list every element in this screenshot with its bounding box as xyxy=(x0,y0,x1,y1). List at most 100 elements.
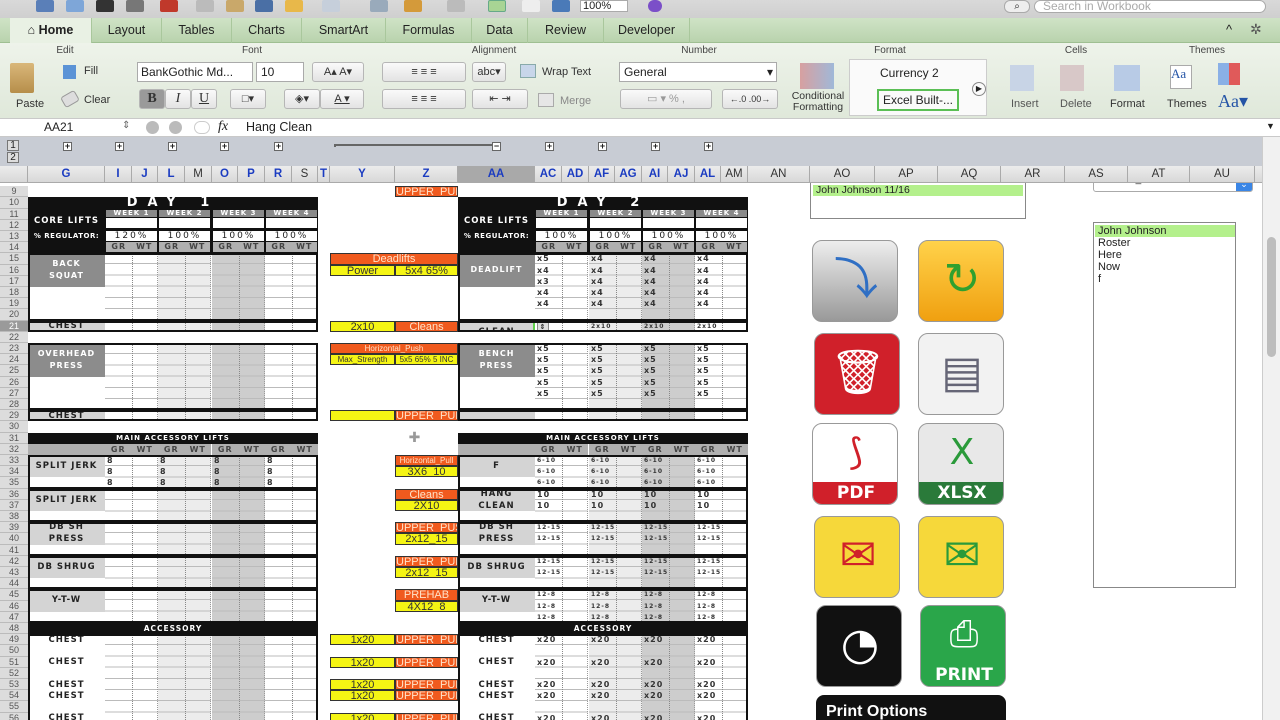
filter-icon[interactable] xyxy=(447,0,465,12)
row-header-55[interactable]: 55 xyxy=(0,701,28,713)
column-header-m[interactable]: M xyxy=(185,166,212,183)
row-header-54[interactable]: 54 xyxy=(0,690,28,702)
tab-home[interactable]: ⌂ Home xyxy=(10,18,92,43)
regulator-input[interactable]: 100% xyxy=(536,231,587,242)
name-box-stepper-icon[interactable]: ⇕ xyxy=(122,120,130,131)
week-blank-cell[interactable] xyxy=(536,217,587,228)
tab-review[interactable]: Review xyxy=(528,18,604,43)
outline-level-1[interactable]: 1 xyxy=(7,140,19,151)
row-header-29[interactable]: 29 xyxy=(0,410,28,422)
format-button[interactable]: Format xyxy=(1110,98,1145,110)
column-header-au[interactable]: AU xyxy=(1190,166,1255,183)
tag-orange[interactable]: UPPER_PULL xyxy=(395,679,458,691)
row-header-39[interactable]: 39 xyxy=(0,522,28,534)
row-header-34[interactable]: 34 xyxy=(0,466,28,478)
save-icon[interactable]: ⤵ xyxy=(812,240,898,322)
row-header-23[interactable]: 23 xyxy=(0,343,28,355)
enter-icon[interactable] xyxy=(169,121,182,134)
font-color-button[interactable]: A ▾ xyxy=(320,89,364,109)
tag-yellow[interactable]: 2x12_15 xyxy=(395,533,458,545)
row-header-41[interactable]: 41 xyxy=(0,544,28,556)
format-painter-icon[interactable] xyxy=(255,0,273,12)
roster-item[interactable]: Here xyxy=(1095,249,1235,261)
expand-group-icon[interactable]: + xyxy=(598,142,607,151)
history-item[interactable]: John Johnson 11/16 xyxy=(813,185,1023,196)
email-pdf-icon[interactable]: ✉ xyxy=(814,516,900,598)
column-header-s[interactable]: S xyxy=(292,166,318,183)
tag-yellow[interactable]: Power xyxy=(330,264,395,276)
column-header-y[interactable]: Y xyxy=(330,166,395,183)
open-folder-icon[interactable]: ↻ xyxy=(918,240,1004,322)
outline-level-2[interactable]: 2 xyxy=(7,152,19,163)
xlsx-icon[interactable]: X XLSX xyxy=(918,423,1004,505)
tag-yellow[interactable]: 1x20 xyxy=(330,712,395,720)
week-blank-cell[interactable] xyxy=(159,217,210,228)
theme-colors-icon[interactable] xyxy=(1218,63,1240,85)
column-header-l[interactable]: L xyxy=(158,166,185,183)
paste-icon[interactable] xyxy=(10,63,34,93)
row-header-17[interactable]: 17 xyxy=(0,275,28,287)
underline-button[interactable]: U xyxy=(191,89,217,109)
row-header-44[interactable]: 44 xyxy=(0,578,28,590)
gauge-icon[interactable]: ◔ xyxy=(816,605,902,687)
tab-formulas[interactable]: Formulas xyxy=(386,18,472,43)
row-header-26[interactable]: 26 xyxy=(0,376,28,388)
row-header-50[interactable]: 50 xyxy=(0,645,28,657)
roster-combobox[interactable]: Football_Roster ⌄ xyxy=(1093,183,1253,192)
row-header-19[interactable]: 19 xyxy=(0,298,28,310)
expand-group-icon[interactable]: + xyxy=(220,142,229,151)
roster-item[interactable]: Now xyxy=(1095,261,1235,273)
week-blank-cell[interactable] xyxy=(696,217,747,228)
collapse-group-icon[interactable]: − xyxy=(492,142,501,151)
tag-orange[interactable]: UPPER_PULL xyxy=(395,656,458,668)
row-header-25[interactable]: 25 xyxy=(0,365,28,377)
tab-layout[interactable]: Layout xyxy=(92,18,162,43)
column-header-aj[interactable]: AJ xyxy=(668,166,695,183)
gallery-next-icon[interactable]: ▶ xyxy=(972,82,986,96)
print-icon[interactable] xyxy=(126,0,144,12)
tag-yellow[interactable]: Max_Strength xyxy=(330,354,395,366)
tag-orange[interactable]: UPPER_PULL xyxy=(395,186,458,198)
save-icon[interactable] xyxy=(96,0,114,12)
tag-yellow[interactable]: 2x12_15 xyxy=(395,567,458,579)
row-header-31[interactable]: 31 xyxy=(0,432,28,444)
tag-yellow[interactable]: 2X10 xyxy=(395,499,458,511)
roster-item[interactable]: Roster xyxy=(1095,237,1235,249)
regulator-input[interactable]: 100% xyxy=(159,231,210,242)
formula-builder-icon[interactable] xyxy=(488,0,506,12)
column-header-aq[interactable]: AQ xyxy=(938,166,1001,183)
column-header-ar[interactable]: AR xyxy=(1001,166,1065,183)
week-blank-cell[interactable] xyxy=(213,217,264,228)
copy-documents-icon[interactable]: ▤ xyxy=(918,333,1004,415)
roster-listbox[interactable]: John Johnson Roster Here Now f xyxy=(1093,222,1236,588)
tag-orange[interactable]: UPPER_PUSH xyxy=(395,522,458,534)
row-header-52[interactable]: 52 xyxy=(0,667,28,679)
bold-button[interactable]: B xyxy=(139,89,165,109)
vertical-scrollbar[interactable] xyxy=(1262,137,1280,720)
themes-button[interactable]: Themes xyxy=(1167,98,1207,110)
tag-yellow[interactable]: 1x20 xyxy=(330,656,395,668)
print-options-button[interactable]: Print Options xyxy=(816,695,1006,720)
open-icon[interactable] xyxy=(66,0,84,12)
tab-smartart[interactable]: SmartArt xyxy=(302,18,386,43)
row-header-22[interactable]: 22 xyxy=(0,331,28,343)
row-header-15[interactable]: 15 xyxy=(0,253,28,265)
fill-color-button[interactable]: ◈▾ xyxy=(284,89,320,109)
row-header-53[interactable]: 53 xyxy=(0,679,28,691)
row-header-16[interactable]: 16 xyxy=(0,264,28,276)
week-blank-cell[interactable] xyxy=(590,217,641,228)
column-header-ac[interactable]: AC xyxy=(535,166,562,183)
expand-group-icon[interactable]: + xyxy=(274,142,283,151)
conditional-formatting-button[interactable]: Conditional Formatting xyxy=(789,91,847,113)
expand-group-icon[interactable]: + xyxy=(115,142,124,151)
vertical-align-buttons[interactable]: ≡ ≡ ≡ xyxy=(382,62,466,82)
expand-group-icon[interactable]: + xyxy=(704,142,713,151)
column-header-am[interactable]: AM xyxy=(721,166,748,183)
tag-orange[interactable]: Cleans xyxy=(395,488,458,500)
roster-item[interactable]: John Johnson xyxy=(1095,225,1235,237)
media-icon[interactable] xyxy=(552,0,570,12)
delete-button[interactable]: Delete xyxy=(1060,98,1092,110)
row-header-56[interactable]: 56 xyxy=(0,712,28,720)
row-header-43[interactable]: 43 xyxy=(0,567,28,579)
week-blank-cell[interactable] xyxy=(106,217,157,228)
